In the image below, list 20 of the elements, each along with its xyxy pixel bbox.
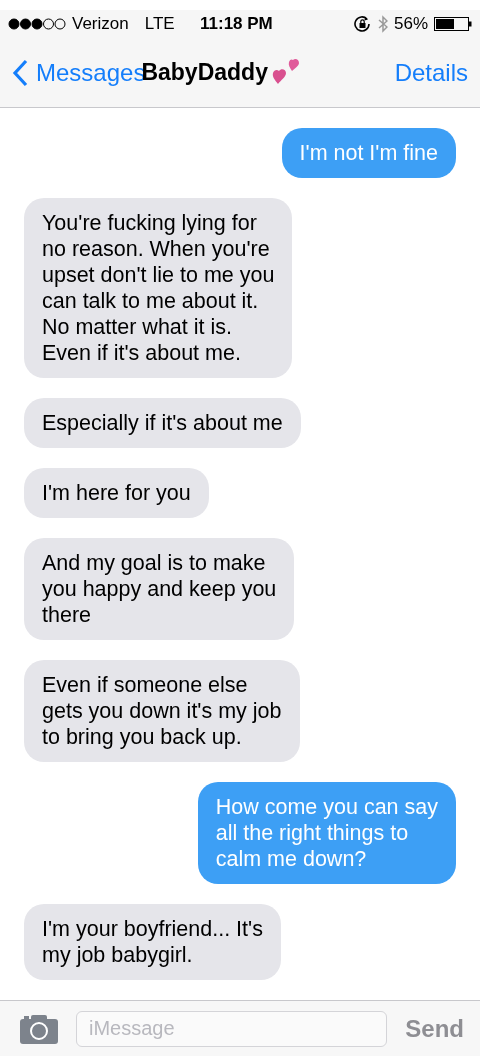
received-message: I'm here for you [24,468,209,518]
battery-icon [434,17,472,31]
chevron-icon [12,58,28,87]
carrier-name: Verizon [72,14,129,34]
received-message: And my goal is to make you happy and keep you there [24,538,295,640]
details-button[interactable]: Details [394,58,468,87]
network-type: LTE [144,14,175,34]
camera-icon[interactable] [20,1013,58,1044]
sent-message: How come you can say all the right things to calm me down? [197,782,456,884]
signal-icon [8,18,66,30]
message-input[interactable]: iMessage [76,1010,388,1047]
bluetooth-icon [377,15,388,33]
sent-message: I'm not I'm fine [281,128,456,178]
status-time: 11:18 PM [200,14,273,34]
received-message: I'm your boyfriend... It's my job babygirl. [24,904,281,980]
received-message: You're fucking lying for no reason. When you're upset don't lie to me you can talk to me about it. No matter what it is. Even if it's about me. [24,198,293,378]
received-message: Especially if it's about me [24,398,301,448]
battery-percent: 56% [393,14,428,34]
received-message: Even if someone else gets you down it's my job to bring you back up. [24,660,300,762]
rotation-lock-icon [353,16,372,32]
